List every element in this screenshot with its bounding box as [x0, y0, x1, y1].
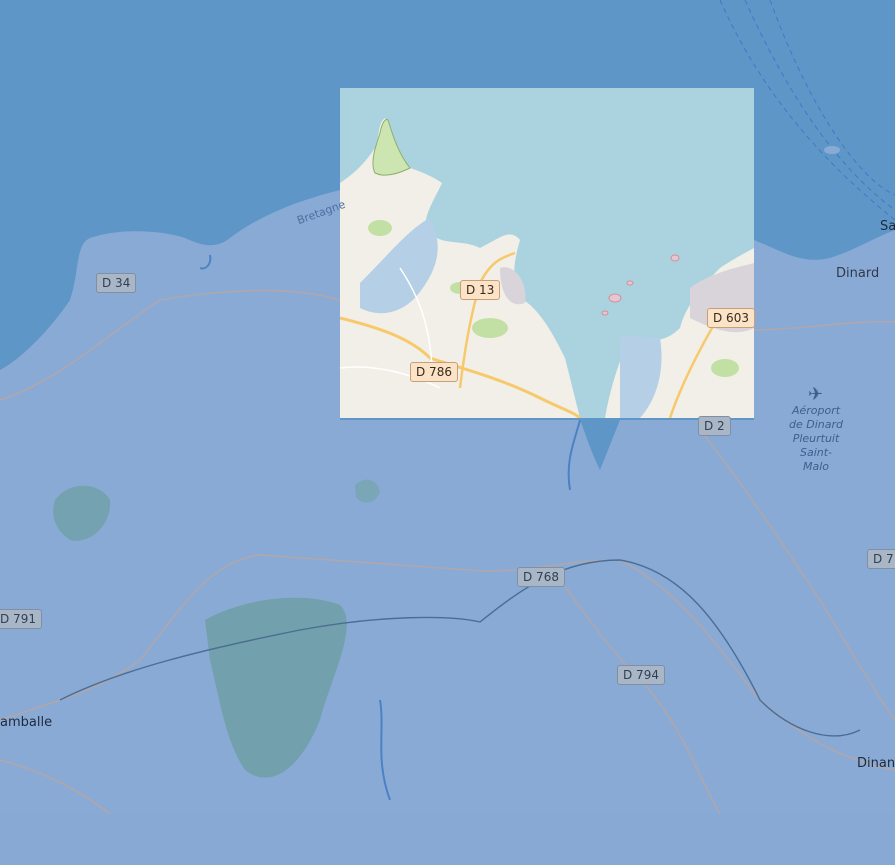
road-shield-d2: D 2 — [698, 416, 731, 436]
road-shield-d794: D 794 — [617, 665, 665, 685]
map-view[interactable]: ✈ Dinard amballe Dinan Sa Bretagne Aérop… — [0, 0, 895, 814]
place-dinan: Dinan — [857, 756, 895, 771]
road-shield-d791: D 791 — [0, 609, 42, 629]
road-shield-d34: D 34 — [96, 273, 137, 293]
map-tile-overlay — [340, 88, 754, 418]
airport-icon: ✈ — [808, 384, 823, 405]
island — [824, 146, 840, 154]
bottom-bar — [0, 814, 895, 865]
place-lamballe: amballe — [0, 715, 53, 730]
road-shield-d786: D 786 — [410, 362, 458, 382]
road-shield-d7: D 7 — [867, 549, 895, 569]
road-shield-d768: D 768 — [517, 567, 565, 587]
tile-map — [340, 88, 754, 418]
road-shield-d13: D 13 — [460, 280, 501, 300]
place-dinard: Dinard — [836, 266, 880, 281]
road-shield-d603: D 603 — [707, 308, 755, 328]
place-saint-malo: Sa — [880, 219, 895, 234]
place-airport: Aéroport de Dinard Pleurtuit Saint-Malo — [789, 404, 843, 473]
